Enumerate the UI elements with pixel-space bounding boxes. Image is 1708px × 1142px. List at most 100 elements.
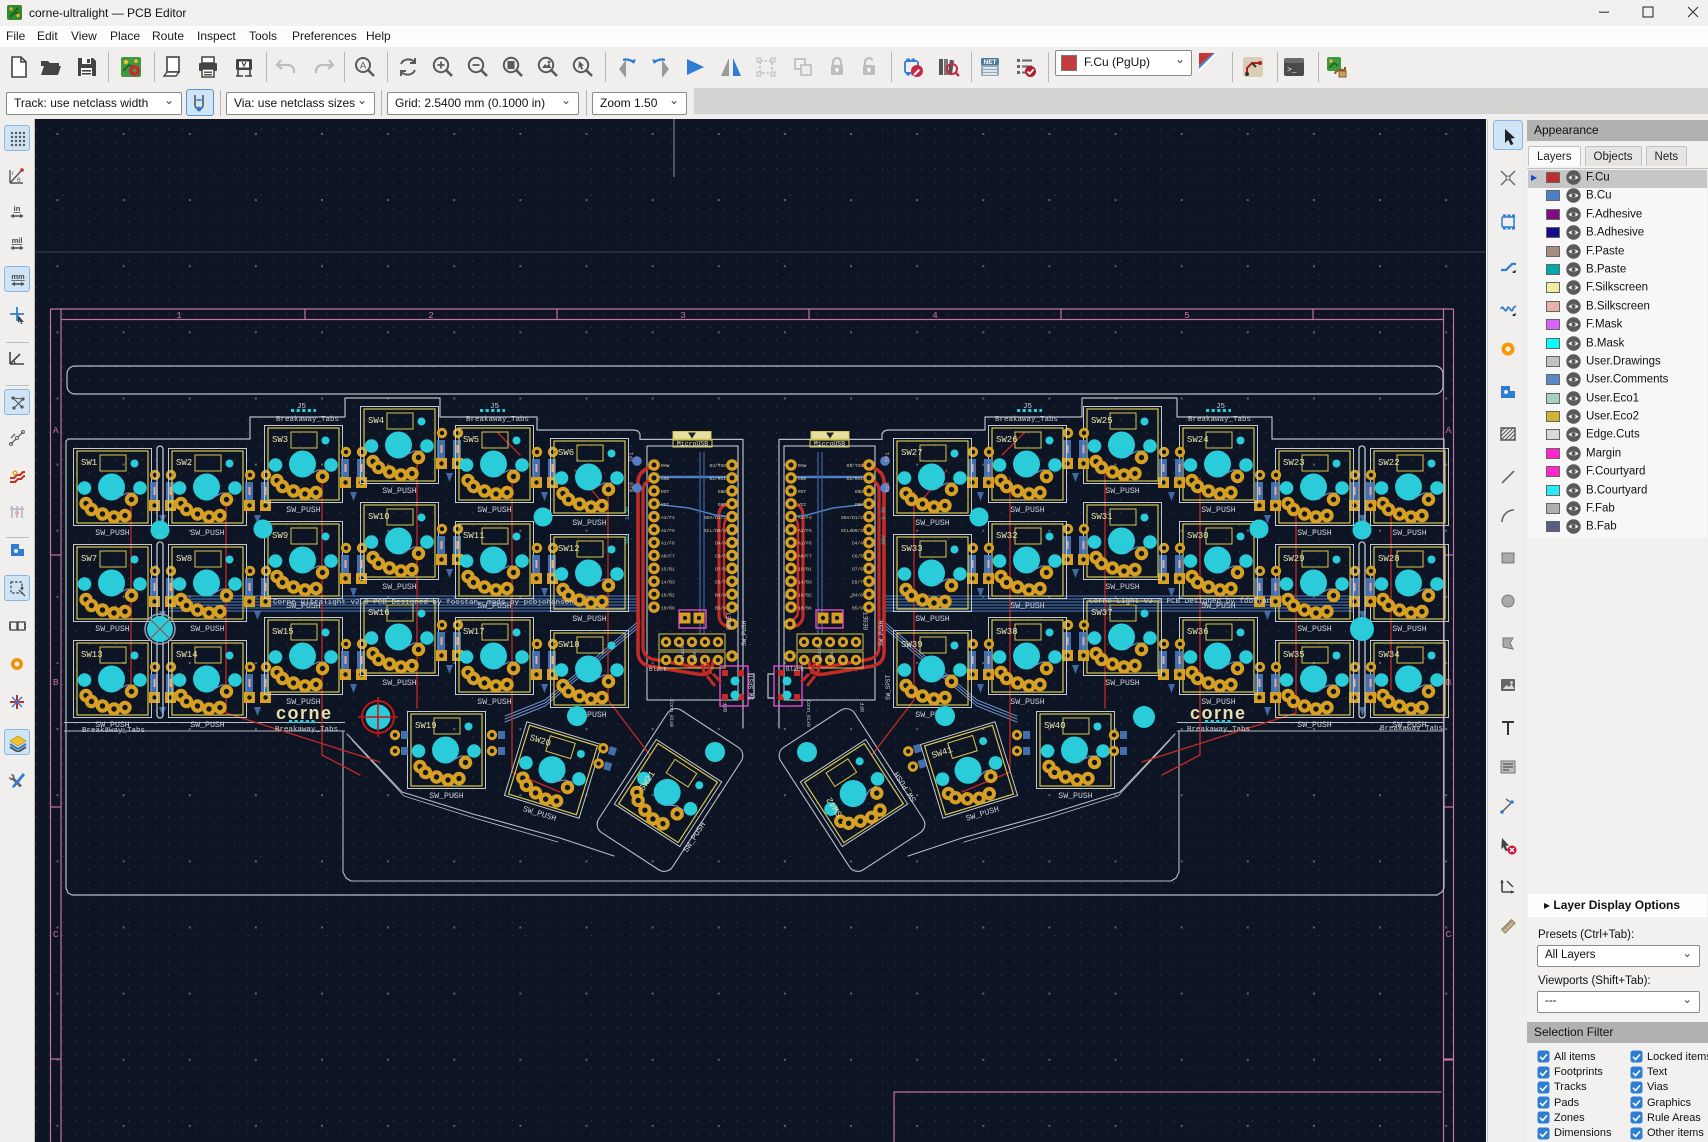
svg-text:SW10: SW10: [368, 512, 390, 522]
svg-text:SW_PUSH: SW_PUSH: [1058, 792, 1092, 801]
svg-text:10/B6: 10/B6: [798, 605, 812, 611]
svg-text:Red.: Red.: [829, 648, 835, 660]
svg-text:SW35: SW35: [1283, 650, 1305, 660]
svg-text:VCC: VCC: [798, 502, 807, 508]
svg-text:J5: J5: [1023, 403, 1033, 411]
svg-text:Breakaway_Tabs: Breakaway_Tabs: [1188, 416, 1251, 424]
svg-text:SW14: SW14: [176, 650, 198, 660]
svg-text:SW_PUSH: SW_PUSH: [1392, 625, 1426, 634]
svg-text:SW6: SW6: [558, 448, 574, 458]
svg-text:A2/F5: A2/F5: [661, 528, 675, 534]
svg-text:SW_PUSH: SW_PUSH: [190, 625, 224, 634]
svg-text:SW_PUSH: SW_PUSH: [95, 625, 129, 634]
svg-text:A3/F4: A3/F4: [798, 515, 812, 521]
svg-text:θ: θ: [17, 177, 21, 184]
svg-text:SW33: SW33: [901, 544, 923, 554]
svg-text:>_: >_: [1287, 66, 1297, 75]
svg-text:Breakaway_Tabs: Breakaway_Tabs: [276, 416, 339, 424]
svg-text:3: 3: [680, 310, 686, 321]
svg-text:TP1: TP1: [884, 451, 891, 462]
svg-text:B5/9: B5/9: [715, 605, 726, 611]
svg-text:SW17: SW17: [463, 627, 485, 637]
svg-text:SW19: SW19: [415, 721, 437, 731]
svg-text:Breakaway_Tabs: Breakaway_Tabs: [466, 416, 529, 424]
svg-text:20V: 20V: [880, 534, 887, 545]
svg-text:B5/9: B5/9: [852, 605, 863, 611]
svg-text:Black: Black: [649, 666, 667, 673]
svg-text:R18: R18: [628, 482, 635, 492]
svg-text:SW_PUSH: SW_PUSH: [1392, 529, 1426, 538]
svg-text:SW_PUSH: SW_PUSH: [190, 721, 224, 730]
svg-text:Conn_01x0: Conn_01x0: [805, 700, 811, 727]
svg-text:A3/F4: A3/F4: [661, 515, 675, 521]
svg-text:A: A: [53, 425, 59, 436]
svg-text:20V: 20V: [624, 534, 631, 545]
svg-text:16/B2: 16/B2: [661, 592, 675, 598]
svg-text:Breakaway_Tabs: Breakaway_Tabs: [995, 416, 1058, 424]
svg-text:SW4: SW4: [368, 416, 384, 426]
svg-text:16/B2: 16/B2: [798, 592, 812, 598]
svg-text:SW_PUSH: SW_PUSH: [915, 519, 949, 528]
svg-text:A: A: [360, 61, 367, 72]
svg-text:J5: J5: [1216, 403, 1226, 411]
svg-text:C6/5: C6/5: [852, 554, 863, 560]
svg-text:Breakaway_Tabs: Breakaway_Tabs: [275, 726, 338, 734]
svg-text:A0/F7: A0/F7: [798, 554, 812, 560]
svg-text:A1/F6: A1/F6: [798, 541, 812, 547]
svg-text:A1/F6: A1/F6: [661, 541, 675, 547]
svg-text:RST: RST: [661, 489, 670, 495]
svg-text:SW18: SW18: [558, 640, 580, 650]
svg-text:14/B3: 14/B3: [661, 579, 675, 585]
svg-text:D2/RX1: D2/RX1: [709, 476, 726, 482]
svg-text:E8/7: E8/7: [852, 579, 863, 585]
svg-text:SW3: SW3: [272, 435, 288, 445]
svg-text:A0/F7: A0/F7: [661, 554, 675, 560]
svg-text:SW38: SW38: [996, 627, 1018, 637]
svg-text:C: C: [1446, 929, 1452, 940]
svg-text:B: B: [53, 677, 59, 688]
svg-text:SW_PUSH: SW_PUSH: [286, 506, 320, 515]
svg-text:A2/F5: A2/F5: [798, 528, 812, 534]
svg-text:mil: mil: [12, 236, 23, 245]
svg-text:SW_PUSH: SW_PUSH: [477, 506, 511, 515]
svg-text:SW22: SW22: [1378, 458, 1400, 468]
svg-text:SW5: SW5: [463, 435, 479, 445]
svg-text:D3/TXO: D3/TXO: [709, 463, 726, 469]
svg-text:SW30: SW30: [1187, 531, 1209, 541]
svg-text:SW_PUSH: SW_PUSH: [1010, 506, 1044, 515]
svg-text:SW_PUSH: SW_PUSH: [1010, 602, 1044, 611]
svg-text:SW_PUSH: SW_PUSH: [878, 620, 885, 646]
svg-text:SW25: SW25: [1091, 416, 1113, 426]
svg-text:SW24: SW24: [1187, 435, 1209, 445]
svg-text:SW13: SW13: [81, 650, 103, 660]
svg-text:SW36: SW36: [1187, 627, 1209, 637]
svg-text:SW31: SW31: [1091, 512, 1113, 522]
svg-text:SW_PUSH: SW_PUSH: [1201, 506, 1235, 515]
svg-text:corne: corne: [276, 703, 333, 723]
svg-text:SW_SPST: SW_SPST: [885, 674, 892, 700]
svg-text:NET: NET: [984, 59, 997, 66]
svg-text:RAW: RAW: [798, 463, 807, 469]
svg-text:in: in: [14, 204, 21, 213]
svg-text:D7/6: D7/6: [715, 567, 726, 573]
svg-text:SCL/D0/3: SCL/D0/3: [841, 528, 863, 534]
svg-text:SW23: SW23: [1283, 458, 1305, 468]
svg-text:SW_PUSH: SW_PUSH: [1297, 625, 1331, 634]
svg-text:SW_PUSH: SW_PUSH: [1105, 487, 1139, 496]
svg-text:SCL/D0/3: SCL/D0/3: [704, 528, 726, 534]
svg-text:SW39: SW39: [901, 640, 923, 650]
svg-text:Black: Black: [680, 645, 686, 660]
svg-text:B4/8: B4/8: [715, 592, 726, 598]
svg-text:SW11: SW11: [463, 531, 485, 541]
svg-text:GND: GND: [798, 476, 807, 482]
svg-text:SW1: SW1: [81, 458, 97, 468]
svg-text:SW_PUSH: SW_PUSH: [1297, 529, 1331, 538]
svg-text:GND: GND: [718, 502, 727, 508]
svg-text:Corne Ultralight v2.0 PCB Desi: Corne Ultralight v2.0 PCB Designed by fo…: [273, 599, 574, 607]
svg-text:SW_PUSH: SW_PUSH: [741, 620, 748, 646]
svg-text:Black: Black: [786, 666, 804, 673]
svg-text:SW_PUSH: SW_PUSH: [95, 529, 129, 538]
svg-text:GND: GND: [855, 489, 864, 495]
svg-text:SDA/D1/2: SDA/D1/2: [704, 515, 726, 521]
svg-text:SW9: SW9: [272, 531, 288, 541]
